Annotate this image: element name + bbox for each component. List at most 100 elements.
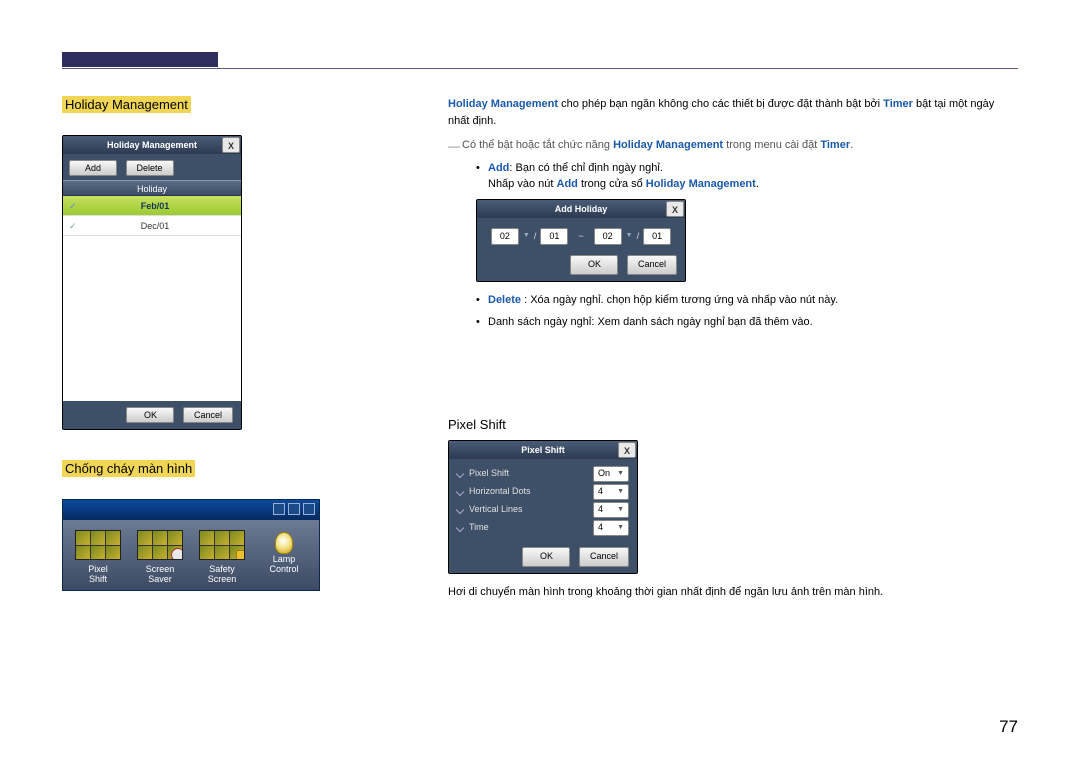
tick-icon — [456, 524, 464, 532]
body-text: . — [850, 139, 853, 151]
table-row[interactable]: ✓ Feb/01 — [63, 196, 241, 216]
term-add: Add — [557, 178, 578, 190]
delete-button[interactable]: Delete — [126, 160, 174, 176]
term-delete: Delete — [488, 294, 521, 306]
body-text: Nhấp vào nút — [488, 178, 557, 190]
month-to[interactable]: 02 — [594, 228, 622, 246]
tool-label: Control — [259, 564, 309, 574]
term-timer: Timer — [883, 98, 913, 110]
term-holiday-management: Holiday Management — [448, 98, 558, 110]
close-icon[interactable]: X — [618, 442, 636, 458]
pixel-shift-desc: Hơi di chuyển màn hình trong khoảng thời… — [448, 584, 1018, 601]
ok-button[interactable]: OK — [522, 547, 570, 567]
term-holiday-management: Holiday Management — [646, 178, 756, 190]
header-rule — [62, 68, 1018, 69]
header-accent-bar — [62, 52, 218, 67]
month-from[interactable]: 02 — [491, 228, 519, 246]
dialog-title: Pixel Shift X — [449, 441, 637, 459]
tool-label: Screen — [197, 574, 247, 584]
tool-label: Saver — [135, 574, 185, 584]
window-icon[interactable] — [288, 503, 300, 515]
term-timer: Timer — [820, 139, 850, 151]
lock-icon — [236, 550, 245, 560]
section-heading-2: Chống cháy màn hình — [62, 460, 195, 477]
bullet-delete: Delete : Xóa ngày nghỉ. chọn hộp kiểm tư… — [476, 292, 1018, 309]
body-text: trong menu cài đặt — [723, 139, 820, 151]
dialog-title-text: Pixel Shift — [521, 445, 565, 455]
table-row[interactable]: ✓ Dec/01 — [63, 216, 241, 236]
tool-label: Safety — [197, 564, 247, 574]
pixel-shift-dialog: Pixel Shift X Pixel Shift On▼ Horizontal … — [448, 440, 638, 574]
tool-label: Screen — [135, 564, 185, 574]
dropdown-time[interactable]: 4▼ — [593, 520, 629, 536]
screen-burn-panel: Pixel Shift Screen Saver Safety Screen — [62, 499, 320, 591]
tick-icon — [456, 470, 464, 478]
tick-icon — [456, 488, 464, 496]
dialog-title: Add Holiday X — [477, 200, 685, 218]
chevron-down-icon[interactable]: ▼ — [523, 231, 530, 242]
tool-label: Pixel — [73, 564, 123, 574]
ps-label: Pixel Shift — [469, 467, 509, 481]
tool-label: Lamp — [259, 554, 309, 564]
ps-label: Time — [469, 521, 489, 535]
term-holiday-management: Holiday Management — [613, 139, 723, 151]
ok-button[interactable]: OK — [570, 255, 618, 275]
day-from[interactable]: 01 — [540, 228, 568, 246]
term-add: Add — [488, 162, 509, 174]
dialog-title-text: Holiday Management — [107, 140, 197, 150]
cancel-button[interactable]: Cancel — [627, 255, 677, 275]
add-button[interactable]: Add — [69, 160, 117, 176]
tool-pixel-shift[interactable]: Pixel Shift — [73, 530, 123, 584]
bulb-icon — [275, 532, 293, 554]
note-line: ― Có thể bật hoặc tắt chức năng Holiday … — [448, 137, 1018, 154]
ps-label: Vertical Lines — [469, 503, 523, 517]
cancel-button[interactable]: Cancel — [183, 407, 233, 423]
dropdown-vlines[interactable]: 4▼ — [593, 502, 629, 518]
tool-lamp-control[interactable]: Lamp Control — [259, 530, 309, 584]
add-holiday-dialog: Add Holiday X 02▼ / 01 ~ 02▼ / 01 — [476, 199, 686, 282]
clock-icon — [171, 548, 183, 560]
chevron-down-icon: ▼ — [617, 523, 624, 534]
body-text: trong cửa sổ — [578, 178, 646, 190]
intro-paragraph: Holiday Management cho phép bạn ngăn khô… — [448, 96, 1018, 129]
tool-label: Shift — [73, 574, 123, 584]
pixel-shift-heading: Pixel Shift — [448, 415, 1018, 435]
window-icon[interactable] — [273, 503, 285, 515]
dropdown-pixel-shift[interactable]: On▼ — [593, 466, 629, 482]
ok-button[interactable]: OK — [126, 407, 174, 423]
body-text: : Bạn có thể chỉ định ngày nghỉ. — [509, 162, 663, 174]
chevron-down-icon[interactable]: ▼ — [626, 231, 633, 242]
row-date: Feb/01 — [83, 196, 241, 215]
body-text: . — [756, 178, 759, 190]
ps-label: Horizontal Dots — [469, 485, 531, 499]
body-text: cho phép bạn ngăn không cho các thiết bị… — [558, 98, 883, 110]
bullet-add: Add: Bạn có thể chỉ định ngày nghỉ. Nhấp… — [476, 160, 1018, 193]
close-icon[interactable]: X — [222, 137, 240, 153]
body-text: : Xóa ngày nghỉ. chọn hộp kiểm tương ứng… — [521, 294, 838, 306]
panel-titlebar — [63, 500, 319, 520]
tick-icon — [456, 506, 464, 514]
row-date: Dec/01 — [83, 216, 241, 235]
dialog-title-text: Add Holiday — [555, 204, 608, 214]
window-icon[interactable] — [303, 503, 315, 515]
tool-screen-saver[interactable]: Screen Saver — [135, 530, 185, 584]
dropdown-hdots[interactable]: 4▼ — [593, 484, 629, 500]
chevron-down-icon: ▼ — [617, 487, 624, 498]
dialog-title: Holiday Management X — [63, 136, 241, 154]
holiday-column-header: Holiday — [63, 180, 241, 196]
date-picker-row: 02▼ / 01 ~ 02▼ / 01 — [485, 228, 677, 246]
day-to[interactable]: 01 — [643, 228, 671, 246]
tool-safety-screen[interactable]: Safety Screen — [197, 530, 247, 584]
close-icon[interactable]: X — [666, 201, 684, 217]
holiday-management-dialog: Holiday Management X Add Delete Holiday … — [62, 135, 242, 430]
section-heading-1: Holiday Management — [62, 96, 191, 113]
checkbox-icon[interactable]: ✓ — [69, 216, 83, 235]
bullet-list: Danh sách ngày nghỉ: Xem danh sách ngày … — [476, 314, 1018, 331]
chevron-down-icon: ▼ — [617, 469, 624, 480]
cancel-button[interactable]: Cancel — [579, 547, 629, 567]
body-text: Danh sách ngày nghỉ: Xem danh sách ngày … — [488, 316, 813, 328]
checkbox-icon[interactable]: ✓ — [69, 196, 83, 215]
body-text: Có thể bật hoặc tắt chức năng — [462, 139, 613, 151]
chevron-down-icon: ▼ — [617, 505, 624, 516]
page-number: 77 — [999, 717, 1018, 737]
